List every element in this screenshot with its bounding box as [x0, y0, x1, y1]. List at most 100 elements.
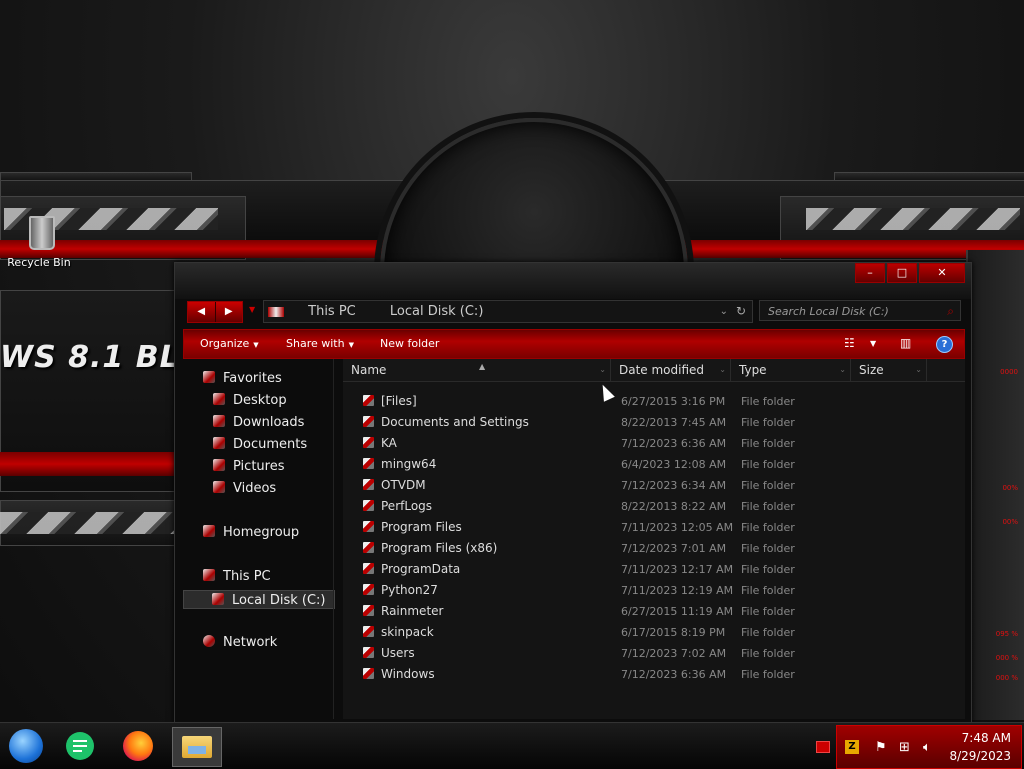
chevron-down-icon[interactable]: ⌄	[915, 359, 922, 381]
table-row[interactable]: Program Files 7/11/2023 12:05 AM File fold…	[343, 517, 965, 538]
table-row[interactable]: OTVDM 7/12/2023 6:34 AM File folder	[343, 475, 965, 496]
table-row[interactable]: Users 7/12/2023 7:02 AM File folder	[343, 643, 965, 664]
file-type: File folder	[741, 542, 795, 555]
file-date: 7/12/2023 6:36 AM	[621, 668, 727, 681]
breadcrumb-local-disk[interactable]: Local Disk (C:)	[390, 304, 483, 319]
file-name: Documents and Settings	[381, 415, 529, 429]
taskbar-app-notes[interactable]	[60, 727, 100, 765]
table-row[interactable]: KA 7/12/2023 6:36 AM File folder	[343, 433, 965, 454]
chevron-down-icon[interactable]: ⌄	[599, 359, 606, 381]
start-orb-icon	[9, 729, 43, 763]
pictures-icon	[213, 459, 225, 471]
minimize-button[interactable]: –	[855, 263, 885, 283]
file-name: KA	[381, 436, 397, 450]
chevron-down-icon[interactable]: ⌄	[720, 301, 728, 322]
folder-icon	[363, 458, 374, 469]
column-type[interactable]: Type ⌄	[731, 359, 851, 381]
chevron-down-icon[interactable]: ⌄	[719, 359, 726, 381]
new-folder-button[interactable]: New folder	[380, 330, 439, 358]
recycle-bin-shortcut[interactable]: Recycle Bin	[7, 216, 72, 269]
file-type: File folder	[741, 626, 795, 639]
help-icon[interactable]: ?	[936, 336, 953, 353]
address-bar[interactable]: This PC Local Disk (C:) ⌄ ↻	[263, 300, 753, 323]
start-button[interactable]	[6, 727, 46, 765]
table-row[interactable]: Rainmeter 6/27/2015 11:19 AM File folder	[343, 601, 965, 622]
search-icon[interactable]: ⌕	[947, 301, 954, 322]
file-type: File folder	[741, 395, 795, 408]
column-date-modified[interactable]: Date modified ⌄	[611, 359, 731, 381]
breadcrumb-this-pc[interactable]: This PC	[308, 304, 356, 319]
table-row[interactable]: ProgramData 7/11/2023 12:17 AM File folder	[343, 559, 965, 580]
maximize-button[interactable]: □	[887, 263, 917, 283]
title-bar[interactable]: – □ ✕	[175, 263, 971, 299]
chevron-down-icon[interactable]: ⌄	[839, 359, 846, 381]
nav-label: Homegroup	[223, 525, 300, 540]
file-name: Rainmeter	[381, 604, 444, 618]
nav-label: Desktop	[233, 393, 287, 408]
file-date: 7/12/2023 7:01 AM	[621, 542, 727, 555]
nav-this-pc[interactable]: This PC	[203, 569, 271, 584]
volume-icon[interactable]: 🔈︎	[923, 740, 931, 755]
network-icon[interactable]: ⊞	[899, 740, 910, 755]
share-with-button[interactable]: Share with ▼	[286, 330, 354, 359]
share-with-label: Share with	[286, 337, 345, 350]
view-options-icon[interactable]: ☷	[844, 336, 855, 351]
file-name: mingw64	[381, 457, 437, 471]
desktop-red-band	[0, 452, 176, 476]
file-name: [Files]	[381, 394, 417, 408]
preview-pane-icon[interactable]: ▥	[900, 336, 911, 351]
table-row[interactable]: Windows 7/12/2023 6:36 AM File folder	[343, 664, 965, 685]
show-desktop-icon[interactable]	[816, 741, 830, 753]
organize-button[interactable]: Organize ▼	[200, 330, 259, 359]
nav-downloads[interactable]: Downloads	[213, 415, 304, 430]
file-type: File folder	[741, 605, 795, 618]
folder-icon	[363, 626, 374, 637]
table-row[interactable]: [Files] 6/27/2015 3:16 PM File folder	[343, 391, 965, 412]
pane-divider[interactable]	[333, 359, 334, 719]
search-input[interactable]: Search Local Disk (C:) ⌕	[759, 300, 961, 321]
nav-favorites[interactable]: Favorites	[203, 371, 282, 386]
chevron-down-icon[interactable]: ▼	[870, 336, 876, 351]
drive-icon	[268, 306, 284, 317]
nav-pictures[interactable]: Pictures	[213, 459, 284, 474]
nav-desktop[interactable]: Desktop	[213, 393, 287, 408]
table-row[interactable]: mingw64 6/4/2023 12:08 AM File folder	[343, 454, 965, 475]
file-type: File folder	[741, 584, 795, 597]
table-row[interactable]: Program Files (x86) 7/12/2023 7:01 AM File…	[343, 538, 965, 559]
folder-icon	[363, 500, 374, 511]
nav-videos[interactable]: Videos	[213, 481, 276, 496]
nav-documents[interactable]: Documents	[213, 437, 307, 452]
table-row[interactable]: skinpack 6/17/2015 8:19 PM File folder	[343, 622, 965, 643]
taskbar-app-firefox[interactable]	[118, 727, 158, 765]
table-row[interactable]: PerfLogs 8/22/2013 8:22 AM File folder	[343, 496, 965, 517]
table-row[interactable]: Documents and Settings 8/22/2013 7:45 AM F…	[343, 412, 965, 433]
file-type: File folder	[741, 458, 795, 471]
nav-homegroup[interactable]: Homegroup	[203, 525, 299, 540]
nav-local-disk[interactable]: Local Disk (C:)	[183, 590, 335, 609]
forward-button[interactable]: ▶	[216, 302, 243, 322]
folder-icon	[363, 668, 374, 679]
file-list: ▲ Name ⌄ Date modified ⌄ Type ⌄ Size ⌄ […	[343, 359, 965, 719]
column-label: Name	[351, 363, 387, 377]
z-app-icon[interactable]: Z	[845, 740, 859, 754]
flag-icon[interactable]: ⚑	[875, 740, 887, 755]
recent-locations-icon[interactable]: ▼	[249, 305, 255, 314]
file-date: 8/22/2013 7:45 AM	[621, 416, 727, 429]
file-name: OTVDM	[381, 478, 426, 492]
star-icon	[203, 371, 215, 383]
taskbar-app-file-explorer[interactable]	[172, 727, 222, 767]
refresh-icon[interactable]: ↻	[736, 301, 746, 322]
table-row[interactable]: Python27 7/11/2023 12:19 AM File folder	[343, 580, 965, 601]
column-name[interactable]: ▲ Name ⌄	[343, 359, 611, 381]
desktop-side-panel: 0000 00% 00% 095 % 000 % 000 %	[966, 250, 1024, 720]
chevron-down-icon: ▼	[253, 341, 259, 349]
column-size[interactable]: Size ⌄	[851, 359, 927, 381]
close-button[interactable]: ✕	[919, 263, 965, 283]
clock[interactable]: 7:48 AM 8/29/2023	[949, 729, 1011, 765]
documents-icon	[213, 437, 225, 449]
nav-network[interactable]: Network	[203, 635, 277, 650]
back-button[interactable]: ◀	[188, 302, 216, 322]
side-readout: 000 %	[995, 674, 1018, 682]
recycle-bin-icon	[29, 216, 55, 250]
folder-icon	[363, 395, 374, 406]
